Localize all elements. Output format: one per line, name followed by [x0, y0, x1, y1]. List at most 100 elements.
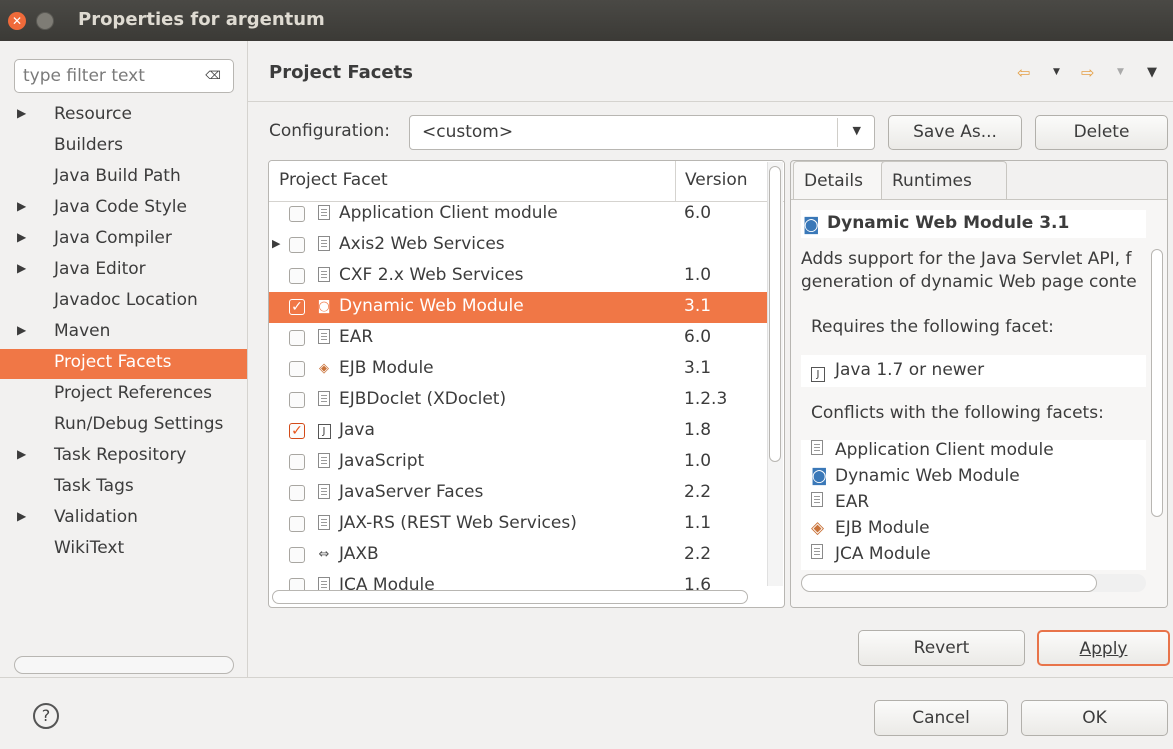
facet-row[interactable]: JavaServer Faces 2.2 [269, 478, 767, 509]
facet-row[interactable]: ✓ ◙ Dynamic Web Module 3.1 [269, 292, 767, 323]
expand-arrow-icon[interactable]: ▶ [17, 447, 26, 461]
facet-version[interactable]: 1.8 [684, 420, 711, 440]
sidebar-item[interactable]: Javadoc Location [0, 287, 247, 317]
sidebar-item[interactable]: Builders [0, 132, 247, 162]
facet-row[interactable]: Application Client module 6.0 [269, 199, 767, 230]
facet-version[interactable]: 2.2 [684, 482, 711, 502]
close-window-icon[interactable]: ✕ [8, 12, 26, 30]
details-heading: ◙ Dynamic Web Module 3.1 [803, 213, 1070, 235]
facet-checkbox[interactable]: ✓ [289, 299, 305, 315]
facet-version[interactable]: 3.1 [684, 296, 711, 316]
sidebar-item[interactable]: Java Build Path [0, 163, 247, 193]
back-menu-icon[interactable]: ▼ [1053, 67, 1060, 77]
divider [0, 677, 1173, 678]
conflicts-label: Conflicts with the following facets: [811, 403, 1104, 423]
expand-arrow-icon[interactable]: ▶ [17, 323, 26, 337]
facet-version[interactable]: 1.2.3 [684, 389, 727, 409]
expand-arrow-icon[interactable]: ▶ [272, 237, 280, 250]
facet-row[interactable]: ✓ J Java 1.8 [269, 416, 767, 447]
forward-arrow-icon[interactable]: ⇨ [1081, 63, 1094, 82]
details-heading-text: Dynamic Web Module 3.1 [827, 213, 1070, 233]
sidebar-item[interactable]: ▶ Task Repository [0, 442, 247, 472]
facet-row[interactable]: JAX-RS (REST Web Services) 1.1 [269, 509, 767, 540]
facet-row[interactable]: EAR 6.0 [269, 323, 767, 354]
title-bar: ✕ Properties for argentum [0, 0, 1173, 41]
sidebar-item[interactable]: ▶ Java Editor [0, 256, 247, 286]
facet-version[interactable]: 1.0 [684, 265, 711, 285]
sidebar-item[interactable]: WikiText [0, 535, 247, 565]
tab-runtimes[interactable]: Runtimes [881, 161, 1007, 200]
configuration-select[interactable]: <custom> ▼ [409, 115, 875, 150]
forward-menu-icon[interactable]: ▼ [1117, 67, 1124, 77]
facet-version[interactable]: 3.1 [684, 358, 711, 378]
sidebar-item[interactable]: ▶ Resource [0, 101, 247, 131]
facet-checkbox[interactable]: ✓ [289, 423, 305, 439]
facet-version[interactable]: 6.0 [684, 203, 711, 223]
expand-arrow-icon[interactable]: ▶ [17, 261, 26, 275]
facet-checkbox[interactable] [289, 485, 305, 501]
save-as-button[interactable]: Save As... [888, 115, 1022, 150]
facet-checkbox[interactable] [289, 361, 305, 377]
ok-button[interactable]: OK [1021, 700, 1168, 736]
facet-checkbox[interactable] [289, 237, 305, 253]
cancel-button[interactable]: Cancel [874, 700, 1008, 736]
facet-version[interactable]: 1.1 [684, 513, 711, 533]
minimize-window-icon[interactable] [36, 12, 54, 30]
facet-row[interactable]: ▶ Axis2 Web Services [269, 230, 767, 261]
facet-checkbox[interactable] [289, 330, 305, 346]
facet-icon-wrap: ◙ [317, 298, 331, 315]
facet-icon-wrap [317, 329, 331, 346]
expand-arrow-icon[interactable]: ▶ [17, 230, 26, 244]
facet-icon-wrap [317, 484, 331, 501]
facet-row[interactable]: ◈ EJB Module 3.1 [269, 354, 767, 385]
expand-arrow-icon[interactable]: ▶ [17, 106, 26, 120]
sidebar-item[interactable]: ▶ Validation [0, 504, 247, 534]
filter-field[interactable]: ⌫ [14, 59, 234, 93]
sidebar-item[interactable]: ▶ Java Compiler [0, 225, 247, 255]
facet-row[interactable]: CXF 2.x Web Services 1.0 [269, 261, 767, 292]
sidebar-hscrollbar[interactable] [14, 656, 234, 674]
view-menu-icon[interactable]: ▼ [1147, 65, 1157, 80]
sidebar-item[interactable]: ▶ Java Code Style [0, 194, 247, 224]
sidebar-item[interactable]: Project Facets [0, 349, 247, 379]
facets-hscroll-thumb[interactable] [272, 590, 748, 604]
back-arrow-icon[interactable]: ⇦ [1017, 63, 1030, 82]
facet-checkbox[interactable] [289, 547, 305, 563]
chevron-down-icon[interactable]: ▼ [853, 124, 861, 137]
facet-version[interactable]: 1.0 [684, 451, 711, 471]
column-separator[interactable] [675, 161, 676, 201]
revert-button[interactable]: Revert [858, 630, 1025, 666]
facet-version[interactable]: 6.0 [684, 327, 711, 347]
column-header-version[interactable]: Version [685, 170, 748, 190]
details-vscroll-thumb[interactable] [1151, 249, 1163, 517]
facet-checkbox[interactable] [289, 516, 305, 532]
facet-name: CXF 2.x Web Services [339, 265, 524, 285]
facet-row[interactable]: JavaScript 1.0 [269, 447, 767, 478]
facet-version[interactable]: 2.2 [684, 544, 711, 564]
column-header-facet[interactable]: Project Facet [279, 170, 388, 190]
facet-checkbox[interactable] [289, 454, 305, 470]
facet-checkbox[interactable] [289, 268, 305, 284]
facet-row[interactable]: EJBDoclet (XDoclet) 1.2.3 [269, 385, 767, 416]
details-hscroll-thumb[interactable] [801, 574, 1097, 592]
sidebar-item[interactable]: Task Tags [0, 473, 247, 503]
ejb-icon: ◈ [319, 361, 329, 376]
apply-button[interactable]: Apply [1037, 630, 1170, 666]
expand-arrow-icon[interactable]: ▶ [17, 199, 26, 213]
facet-icon-wrap [317, 205, 331, 222]
sidebar-item[interactable]: Run/Debug Settings [0, 411, 247, 441]
facet-checkbox[interactable] [289, 206, 305, 222]
facet-row[interactable]: ⇔ JAXB 2.2 [269, 540, 767, 571]
help-icon[interactable]: ? [33, 703, 59, 729]
expand-arrow-icon[interactable]: ▶ [17, 509, 26, 523]
sidebar-item[interactable]: ▶ Maven [0, 318, 247, 348]
facets-vscroll-thumb[interactable] [769, 166, 781, 462]
clear-filter-icon[interactable]: ⌫ [205, 69, 221, 83]
conflict-icon-wrap [811, 440, 825, 460]
delete-button[interactable]: Delete [1035, 115, 1168, 150]
filter-input[interactable] [23, 63, 183, 89]
sidebar-item[interactable]: Project References [0, 380, 247, 410]
conflict-item-label: EJB Module [835, 518, 930, 538]
facet-icon-wrap: ◈ [317, 360, 331, 377]
facet-checkbox[interactable] [289, 392, 305, 408]
